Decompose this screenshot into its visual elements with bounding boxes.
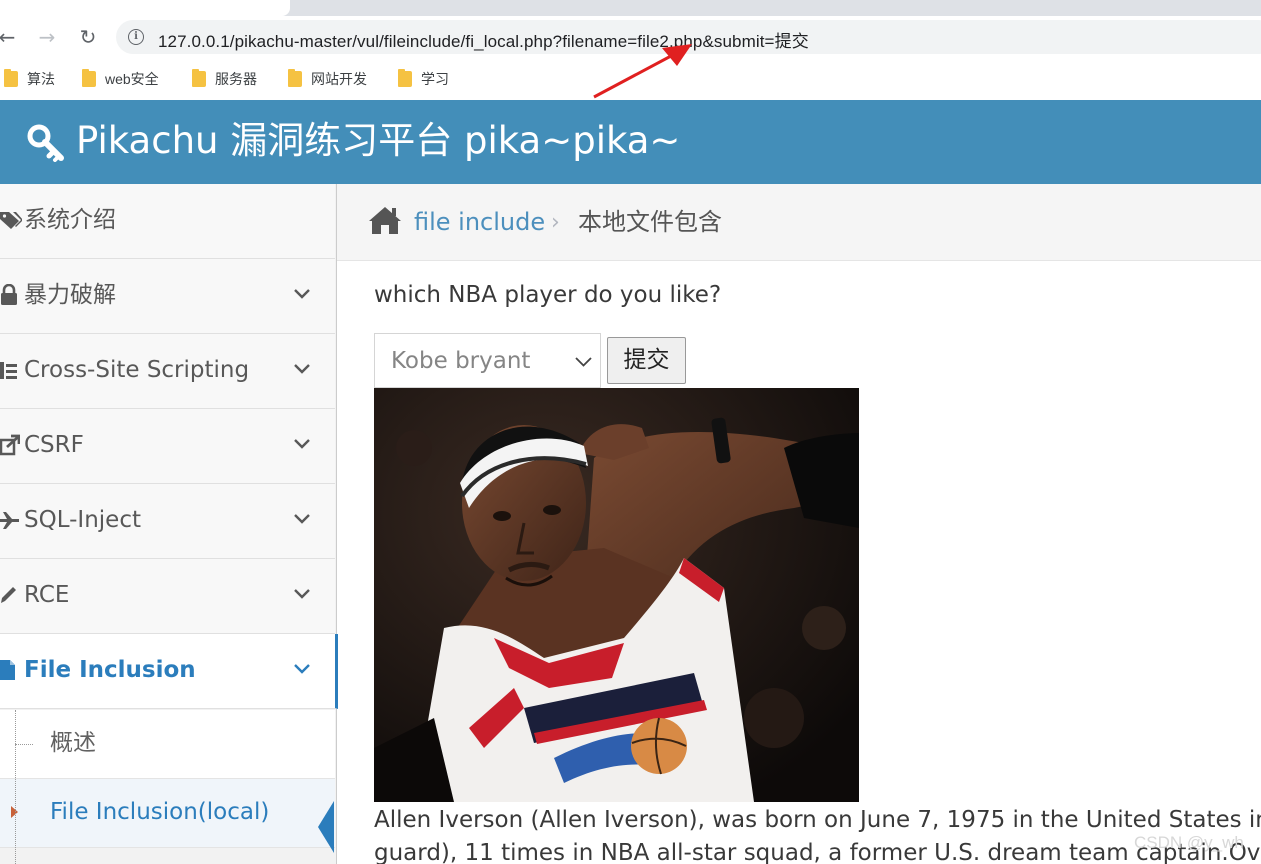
chevron-down-icon[interactable] [293,663,311,675]
plane-icon [0,509,19,531]
folder-icon [192,69,206,87]
player-select[interactable]: Kobe bryant [374,333,601,388]
bookmark-folder[interactable]: 服务器 [192,68,257,90]
sidebar-item-rce[interactable]: RCE [0,559,335,634]
breadcrumb: file include › 本地文件包含 [337,184,1261,261]
share-icon [0,434,21,456]
bookmark-folder[interactable]: 学习 [398,68,449,90]
chevron-down-icon [575,357,592,367]
bookmark-folder[interactable]: web安全 [82,68,159,90]
back-arrow-icon[interactable]: ← [0,24,20,50]
player-photo [374,388,859,802]
bookmark-folder[interactable]: 网站开发 [288,68,367,90]
player-bio: Allen Iverson (Allen Iverson), was born … [374,804,1261,864]
tree-connector [15,744,33,745]
active-indicator [318,801,334,853]
sidebar-item-label: 系统介绍 [24,207,116,233]
sidebar-item-label: Cross-Site Scripting [24,357,250,383]
sidebar-item-brute-force[interactable]: 暴力破解 [0,259,335,334]
url-text[interactable]: 127.0.0.1/pikachu-master/vul/fileinclude… [158,27,809,52]
sidebar-item-label: SQL-Inject [24,507,141,533]
watermark: CSDN @y_wh [1134,833,1244,852]
browser-toolbar: ← → ↻ i 127.0.0.1/pikachu-master/vul/fil… [0,16,1261,58]
bookmark-label: 服务器 [215,71,257,87]
file-icon [0,659,18,681]
folder-icon [398,69,412,87]
sidebar-item-label: File Inclusion [24,657,196,683]
submenu-item-label: File Inclusion(local) [50,799,270,825]
reload-icon[interactable]: ↻ [75,24,101,50]
submenu-item-overview[interactable]: 概述 [0,710,335,779]
chevron-down-icon[interactable] [293,288,311,300]
breadcrumb-link[interactable]: file include [414,207,545,237]
app-title[interactable]: Pikachu 漏洞练习平台 pika~pika~ [76,117,680,165]
submenu-item-file-inclusion-local[interactable]: File Inclusion(local) [0,779,335,853]
lock-icon [0,283,18,306]
bookmarks-bar: 算法 web安全 服务器 网站开发 学习 [0,58,1261,100]
folder-icon [82,69,96,87]
breadcrumb-current: 本地文件包含 [578,208,722,236]
bio-line: guard), 11 times in NBA all-star squad, … [374,840,1261,864]
sidebar-item-label: 暴力破解 [24,282,116,308]
sidebar: 系统介绍 暴力破解 Cross-Site Scripting CSRF SQL-… [0,184,338,864]
sidebar-item-xss[interactable]: Cross-Site Scripting [0,334,335,409]
chevron-down-icon[interactable] [293,588,311,600]
sidebar-item-label: CSRF [24,432,84,458]
sidebar-item-intro[interactable]: 系统介绍 [0,184,335,259]
list-icon [0,359,18,381]
select-value: Kobe bryant [391,348,531,374]
bookmark-label: 网站开发 [311,71,367,87]
chevron-down-icon[interactable] [293,438,311,450]
chevron-down-icon[interactable] [293,363,311,375]
bio-line: Allen Iverson (Allen Iverson), was born … [374,807,1261,833]
question-text: which NBA player do you like? [374,282,722,308]
submenu-item-label: 概述 [50,730,96,756]
sidebar-item-sql-inject[interactable]: SQL-Inject [0,484,335,559]
home-icon[interactable] [368,205,402,235]
sidebar-item-file-inclusion[interactable]: File Inclusion [0,634,338,709]
breadcrumb-separator: › [551,210,560,235]
folder-icon [4,69,18,87]
tags-icon [0,209,23,231]
site-info-icon[interactable]: i [128,29,144,45]
folder-icon [288,69,302,87]
bookmark-folder[interactable]: 算法 [4,68,55,90]
address-bar[interactable]: i 127.0.0.1/pikachu-master/vul/fileinclu… [116,20,1261,54]
forward-arrow-icon[interactable]: → [34,24,60,50]
tree-line [15,710,16,864]
browser-tab-strip [0,0,1261,16]
sidebar-item-csrf[interactable]: CSRF [0,409,335,484]
pencil-icon [0,584,18,606]
browser-active-tab[interactable] [0,0,290,16]
sidebar-item-label: RCE [24,582,70,608]
bookmark-label: 算法 [27,71,55,87]
bookmark-label: 学习 [421,71,449,87]
key-icon [27,124,64,162]
chevron-down-icon[interactable] [293,513,311,525]
app-header: Pikachu 漏洞练习平台 pika~pika~ [0,100,1261,184]
submit-button[interactable]: 提交 [607,337,686,384]
bookmark-label: web安全 [105,71,159,87]
